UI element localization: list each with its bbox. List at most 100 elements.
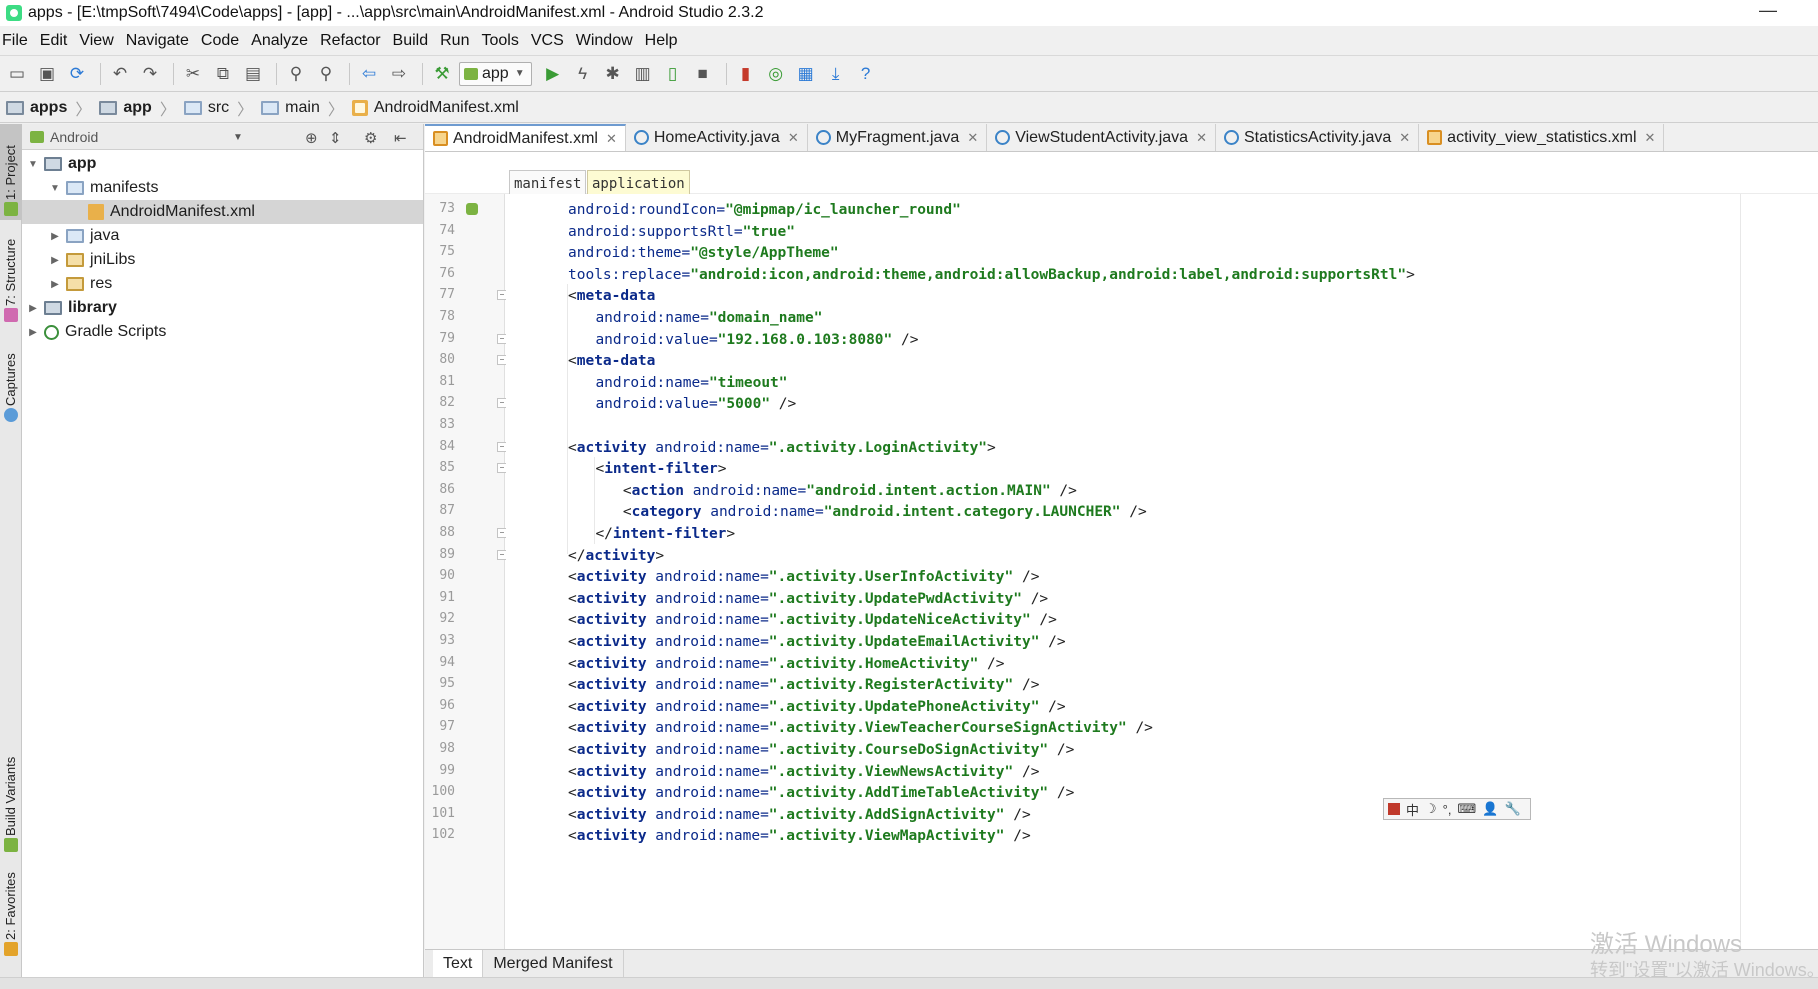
menu-refactor[interactable]: Refactor [317, 32, 389, 50]
tool-tab-captures[interactable]: Captures [0, 324, 22, 424]
line-number: 102 [431, 827, 455, 843]
chevron-right-icon[interactable]: ▶ [48, 279, 62, 290]
open-icon[interactable]: ▭ [4, 61, 30, 87]
chevron-right-icon[interactable]: ▶ [26, 303, 40, 314]
menu-help[interactable]: Help [642, 32, 687, 50]
tool-tab-structure[interactable]: 7: Structure [0, 220, 22, 324]
tree-item-library[interactable]: ▶ library [22, 296, 423, 320]
tool-tab-favorites[interactable]: 2: Favorites [0, 854, 22, 956]
resource-folder-icon [66, 277, 84, 291]
close-icon[interactable]: ✕ [1399, 130, 1410, 146]
tool-tab-project[interactable]: 1: Project [0, 124, 22, 220]
code-token-val: ".activity.UserInfoActivity" [768, 569, 1014, 586]
run-icon[interactable]: ▶ [540, 61, 566, 87]
close-icon[interactable]: ✕ [967, 130, 978, 146]
help-icon[interactable]: ? [853, 61, 879, 87]
cut-icon[interactable]: ✂ [180, 61, 206, 87]
ime-button[interactable]: 中 [1406, 800, 1419, 819]
ime-button[interactable]: 👤 [1482, 801, 1498, 817]
breadcrumb-item[interactable]: src 〉 [183, 96, 259, 120]
breadcrumb-item[interactable]: apps 〉 [6, 96, 97, 120]
ime-toolbar[interactable]: 中 ☽ °, ⌨ 👤 🔧 [1383, 798, 1531, 820]
close-icon[interactable]: ✕ [1645, 130, 1656, 146]
menu-tools[interactable]: Tools [478, 32, 527, 50]
device-monitor-icon[interactable]: ⤓ [823, 61, 849, 87]
breadcrumb-item[interactable]: main 〉 [261, 96, 350, 120]
scroll-from-source-icon[interactable]: ⊕ [305, 129, 318, 147]
tool-tab-build-variants[interactable]: Build Variants [0, 724, 22, 854]
tree-item-androidmanifest-xml[interactable]: AndroidManifest.xml [22, 200, 423, 224]
chevron-down-icon[interactable]: ▼ [26, 159, 40, 170]
tree-item-jnilibs[interactable]: ▶ jniLibs [22, 248, 423, 272]
copy-icon[interactable]: ⧉ [210, 61, 236, 87]
hide-panel-icon[interactable]: ⇤ [394, 129, 407, 147]
chevron-right-icon[interactable]: ▶ [48, 255, 62, 266]
run-config-select[interactable]: app ▼ [459, 61, 532, 86]
save-all-icon[interactable]: ▣ [34, 61, 60, 87]
android-icon[interactable] [466, 203, 478, 215]
menu-file[interactable]: File [0, 32, 37, 50]
menu-window[interactable]: Window [573, 32, 642, 50]
folder-icon [66, 181, 84, 195]
find-icon[interactable]: ⚲ [283, 61, 309, 87]
avd-manager-icon[interactable]: ▮ [733, 61, 759, 87]
menu-run[interactable]: Run [437, 32, 478, 50]
menu-analyze[interactable]: Analyze [248, 32, 317, 50]
breadcrumb-item[interactable]: AndroidManifest.xml [351, 99, 519, 117]
debug-icon[interactable]: ✱ [600, 61, 626, 87]
bottom-tab-merged-manifest[interactable]: Merged Manifest [483, 949, 624, 978]
attach-icon[interactable]: ▯ [660, 61, 686, 87]
editor-tab[interactable]: MyFragment.java ✕ [808, 124, 988, 151]
tree-item-gradle-scripts[interactable]: ▶ Gradle Scripts [22, 320, 423, 344]
chevron-right-icon[interactable]: ▶ [26, 327, 40, 338]
editor-tab[interactable]: AndroidManifest.xml ✕ [425, 124, 626, 151]
stop-icon[interactable]: ■ [690, 61, 716, 87]
menu-build[interactable]: Build [390, 32, 438, 50]
minimize-button[interactable]: — [1758, 1, 1778, 22]
paste-icon[interactable]: ▤ [240, 61, 266, 87]
ime-button[interactable]: ⌨ [1457, 801, 1476, 817]
tree-item-java[interactable]: ▶ java [22, 224, 423, 248]
gear-icon[interactable]: ⚙ [364, 129, 377, 147]
editor-tab[interactable]: ViewStudentActivity.java ✕ [987, 124, 1216, 151]
bottom-tab-text[interactable]: Text [433, 949, 484, 978]
close-icon[interactable]: ✕ [1196, 130, 1207, 146]
ime-button[interactable]: °, [1443, 802, 1452, 817]
ime-button[interactable]: 🔧 [1504, 801, 1520, 817]
sdk-manager-icon[interactable]: ▦ [793, 61, 819, 87]
tree-item-app[interactable]: ▼ app [22, 152, 423, 176]
collapse-all-icon[interactable]: ⇕ [329, 129, 342, 147]
back-icon[interactable]: ⇦ [356, 61, 382, 87]
sync-icon[interactable]: ⟳ [64, 61, 90, 87]
apply-changes-icon[interactable]: ϟ [570, 61, 596, 87]
code-token-tag: category [631, 504, 702, 521]
close-icon[interactable]: ✕ [788, 130, 799, 146]
close-icon[interactable]: ✕ [606, 131, 617, 147]
chevron-down-icon[interactable]: ▼ [233, 132, 243, 143]
forward-icon[interactable]: ⇨ [386, 61, 412, 87]
make-icon[interactable]: ⚒ [429, 61, 455, 87]
ime-button[interactable]: ☽ [1425, 801, 1437, 817]
project-view-select[interactable]: Android [50, 129, 98, 145]
editor-tab[interactable]: StatisticsActivity.java ✕ [1216, 124, 1420, 151]
menu-edit[interactable]: Edit [37, 32, 77, 50]
ime-logo-icon[interactable] [1388, 803, 1400, 815]
chevron-down-icon[interactable]: ▼ [48, 183, 62, 194]
menu-bar: File Edit View Navigate Code Analyze Refactor B… [0, 26, 1818, 56]
editor-tab[interactable]: HomeActivity.java ✕ [626, 124, 808, 151]
editor-tab[interactable]: activity_view_statistics.xml ✕ [1419, 124, 1665, 151]
redo-icon[interactable]: ↷ [137, 61, 163, 87]
profile-icon[interactable]: ▥ [630, 61, 656, 87]
menu-code[interactable]: Code [198, 32, 248, 50]
tree-item-manifests[interactable]: ▼ manifests [22, 176, 423, 200]
code-editor[interactable]: android:roundIcon="@mipmap/ic_launcher_r… [506, 194, 1818, 949]
menu-navigate[interactable]: Navigate [123, 32, 198, 50]
breadcrumb-item[interactable]: app 〉 [99, 96, 181, 120]
gradle-sync-icon[interactable]: ◎ [763, 61, 789, 87]
menu-vcs[interactable]: VCS [528, 32, 573, 50]
replace-icon[interactable]: ⚲ [313, 61, 339, 87]
menu-view[interactable]: View [76, 32, 122, 50]
tree-item-res[interactable]: ▶ res [22, 272, 423, 296]
chevron-right-icon[interactable]: ▶ [48, 231, 62, 242]
undo-icon[interactable]: ↶ [107, 61, 133, 87]
